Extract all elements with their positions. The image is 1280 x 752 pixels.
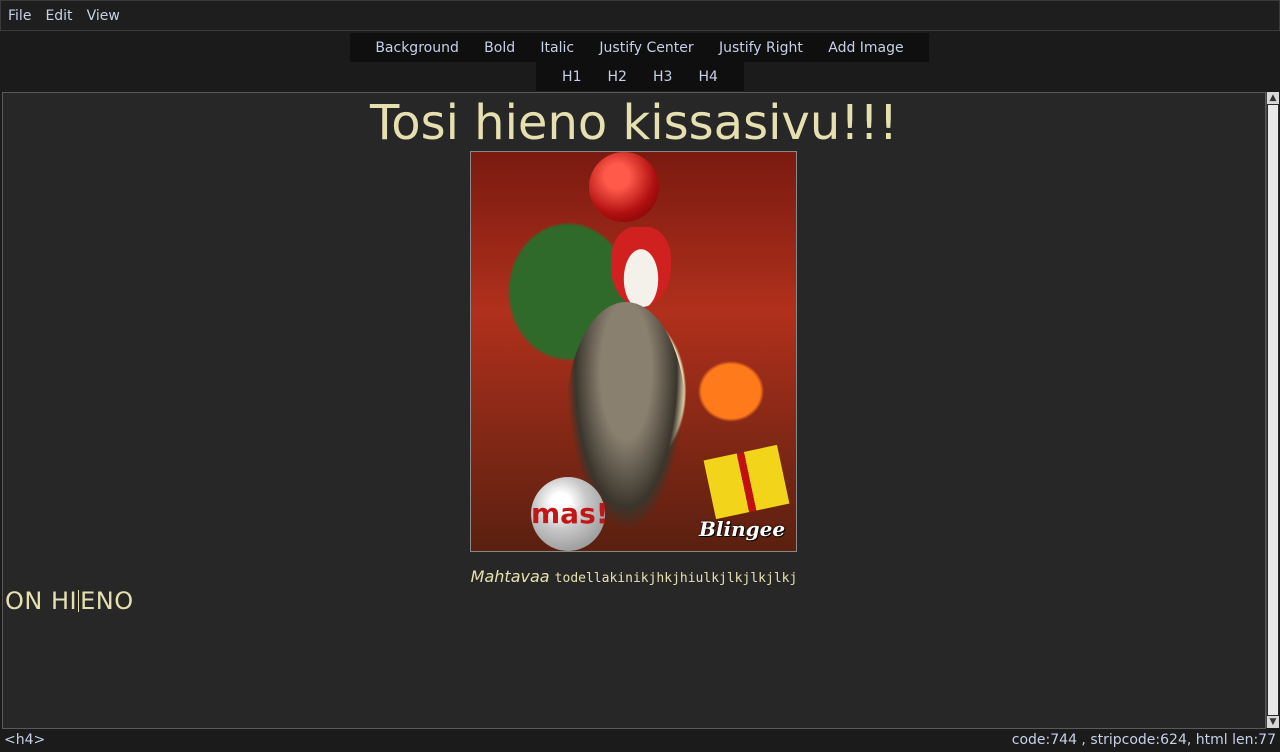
heading-toolbar: H1 H2 H3 H4 [536, 62, 744, 91]
justify-center-button[interactable]: Justify Center [599, 40, 693, 56]
justify-right-button[interactable]: Justify Right [719, 40, 803, 56]
status-bar: <h4> code:744 , stripcode:624, html len:… [0, 730, 1280, 752]
italic-button[interactable]: Italic [540, 40, 574, 56]
h1-button[interactable]: H1 [562, 69, 581, 85]
format-toolbar: Background Bold Italic Justify Center Ju… [350, 33, 929, 62]
santa-graphic [611, 227, 671, 307]
current-tag: <h4> [4, 732, 46, 748]
gift-graphic [703, 444, 790, 520]
scroll-thumb[interactable] [1268, 105, 1278, 715]
menu-bar: File Edit View [0, 0, 1280, 31]
menu-view[interactable]: View [80, 8, 127, 24]
vertical-scrollbar[interactable]: ▲ ▼ [1266, 92, 1279, 728]
h3-button[interactable]: H3 [653, 69, 672, 85]
caption-italic: Mahtavaa [470, 567, 550, 586]
bold-button[interactable]: Bold [484, 40, 515, 56]
h4-text-before: ON HI [5, 587, 78, 615]
h2-button[interactable]: H2 [608, 69, 627, 85]
ball-text: mas! [531, 497, 609, 530]
h4-paragraph[interactable]: ON HI ENO [5, 587, 134, 615]
status-info: code:744 , stripcode:624, html len:77 [1011, 732, 1276, 748]
menu-edit[interactable]: Edit [38, 8, 79, 24]
scroll-down-icon[interactable]: ▼ [1267, 716, 1279, 728]
h4-text-after: ENO [80, 587, 134, 615]
editor-area[interactable]: Tosi hieno kissasivu!!! mas! Blingee Mah… [2, 92, 1266, 729]
menu-file[interactable]: File [1, 8, 38, 24]
ornament-graphic [589, 152, 659, 222]
h4-button[interactable]: H4 [699, 69, 718, 85]
image-caption: Mahtavaa todellakinikjhkjhiulkjlkjlkjlkj [3, 567, 1265, 586]
cat-christmas-image[interactable]: mas! Blingee [470, 151, 797, 552]
text-caret [78, 590, 80, 612]
scroll-up-icon[interactable]: ▲ [1267, 92, 1279, 104]
background-button[interactable]: Background [375, 40, 459, 56]
add-image-button[interactable]: Add Image [828, 40, 903, 56]
document-title: Tosi hieno kissasivu!!! [370, 95, 898, 151]
image-watermark: Blingee [699, 517, 786, 541]
caption-mono: todellakinikjhkjhiulkjlkjlkjlkj [554, 571, 798, 586]
